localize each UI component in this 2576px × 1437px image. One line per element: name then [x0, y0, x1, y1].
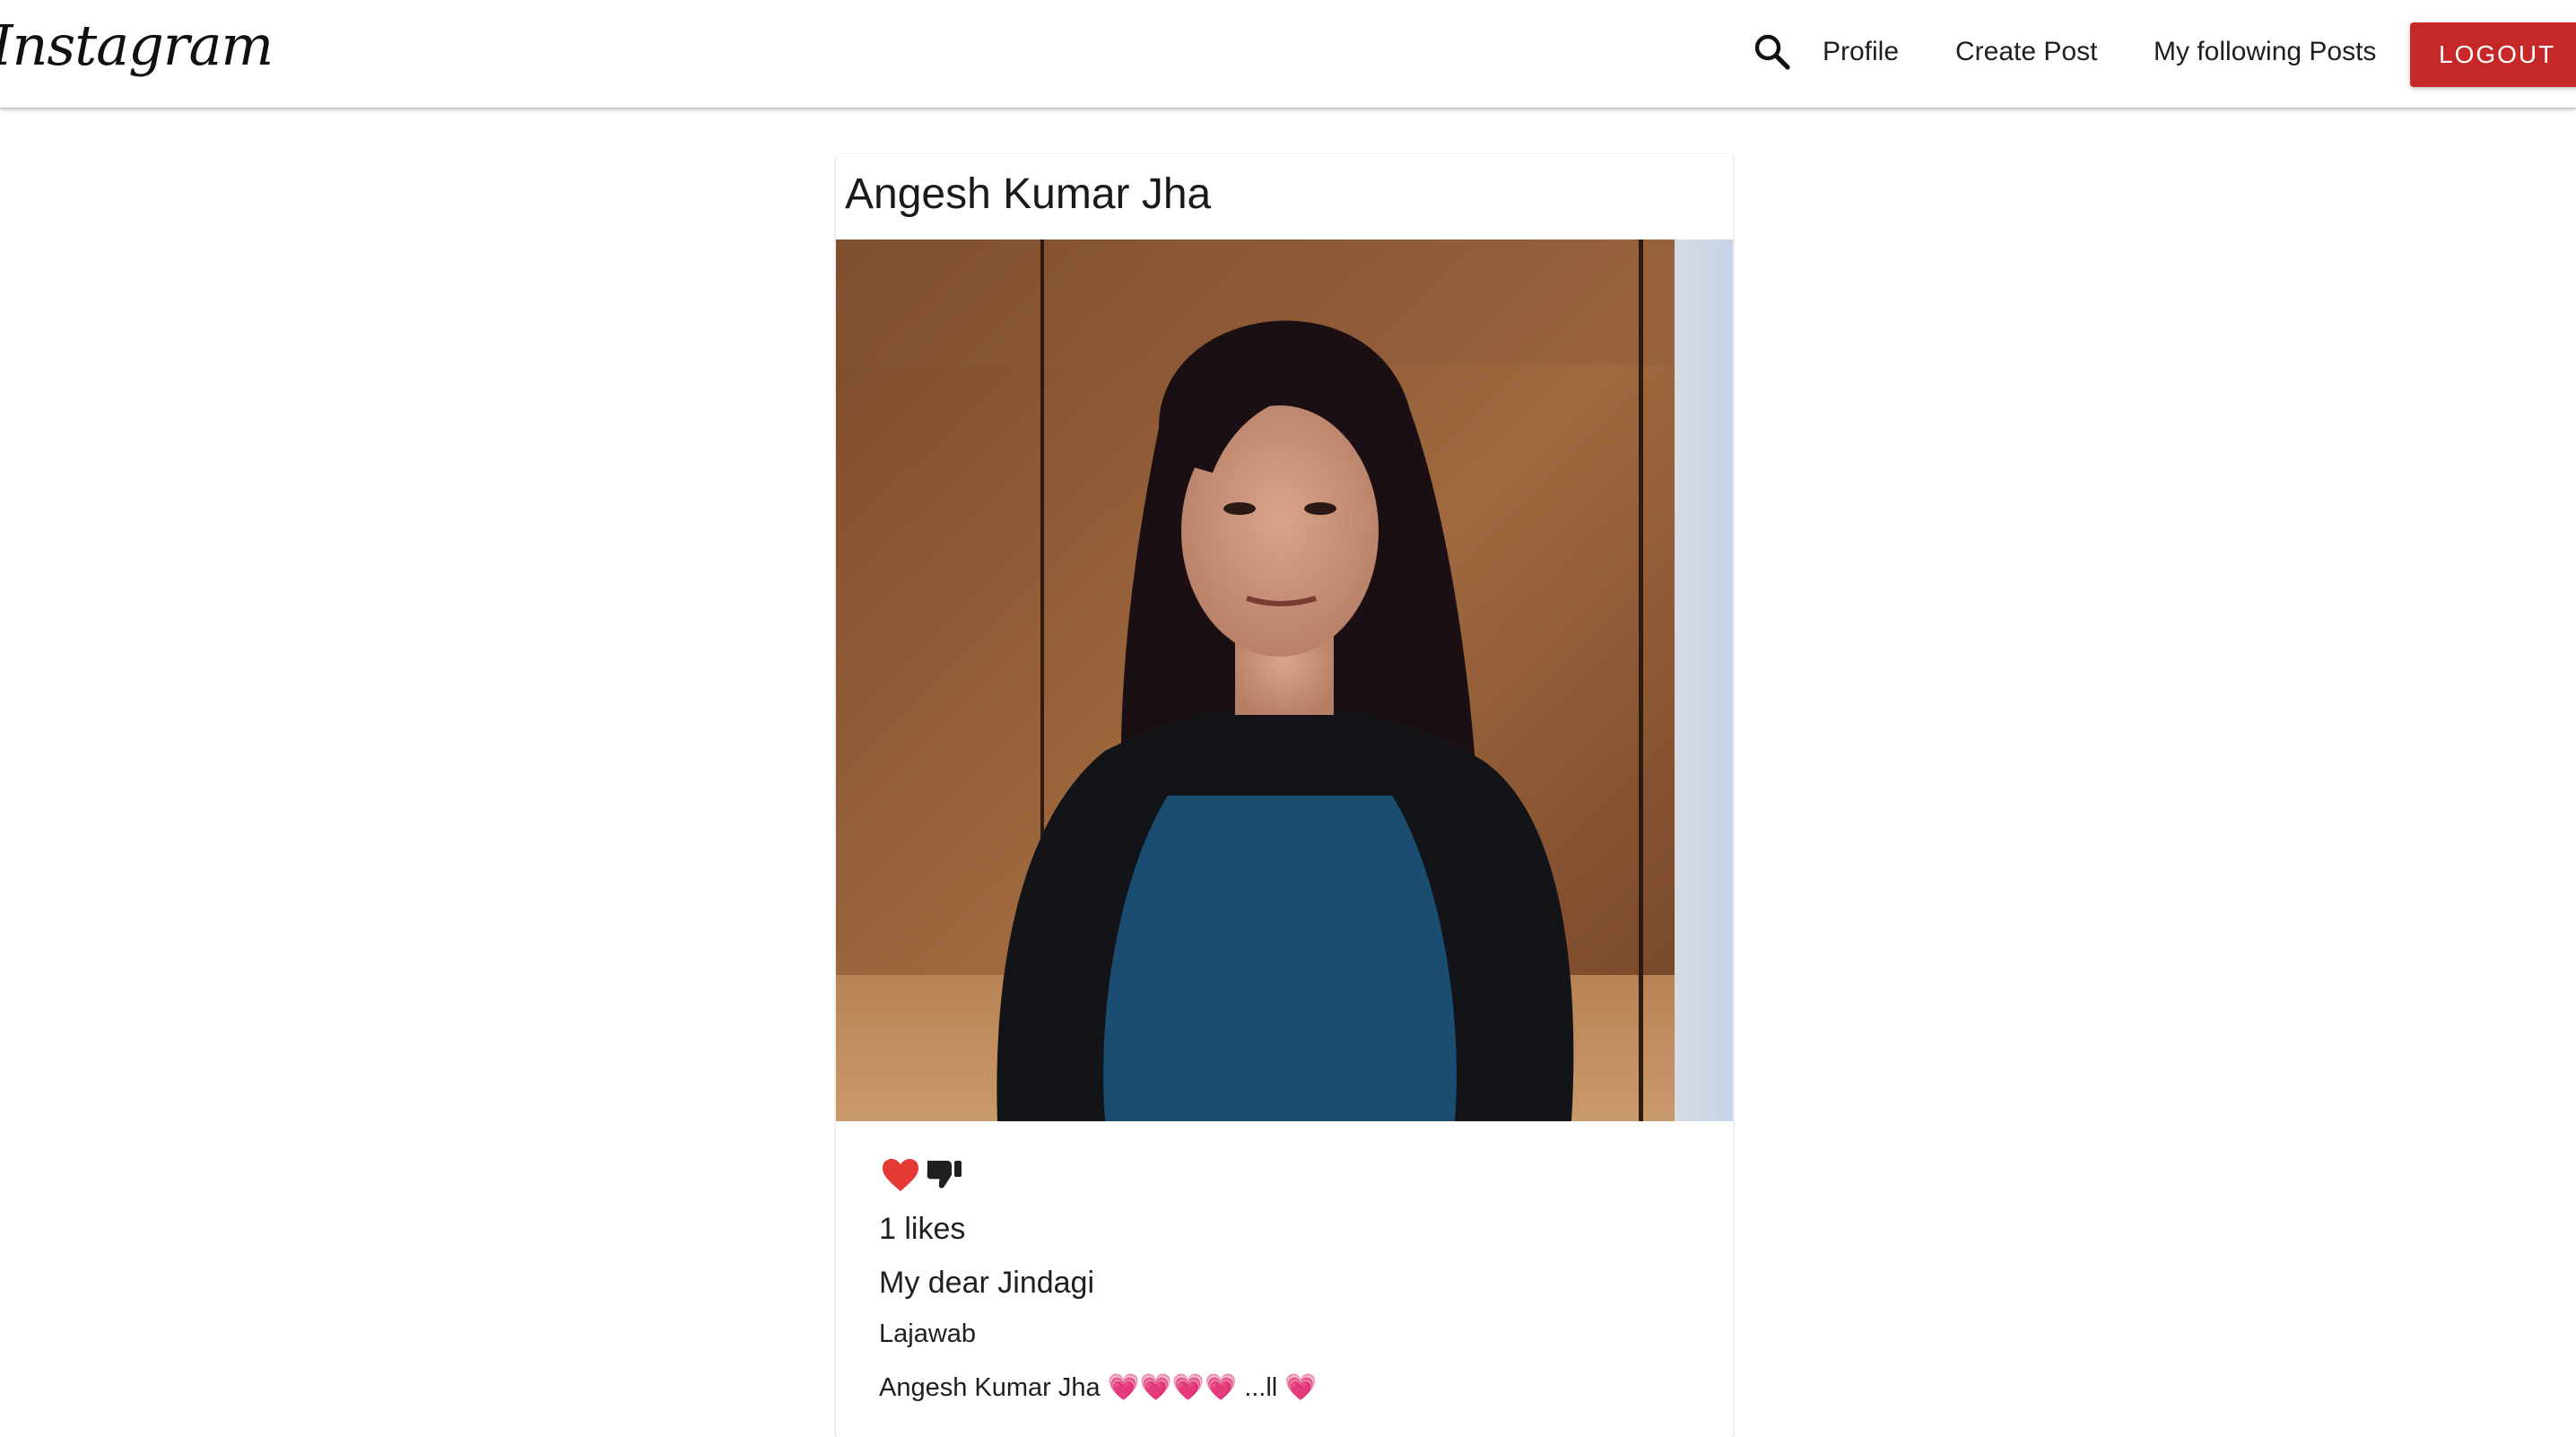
post-content: 1 likes My dear Jindagi Lajawab Angesh K…	[879, 1150, 1690, 1402]
top-navbar: Instagram Profile Create Post My followi…	[0, 0, 2576, 108]
post-comment: Angesh Kumar Jha 💗💗💗💗 ...ll 💗	[879, 1373, 1318, 1402]
post-actions	[879, 1150, 1690, 1200]
post-body: Lajawab	[879, 1319, 977, 1348]
post-photo	[836, 240, 1733, 1121]
logout-button[interactable]: LOGOUT	[2410, 22, 2576, 87]
post-card: Angesh Kumar Jha 1 likes My dear Jindagi…	[836, 154, 1733, 1437]
nav-link-profile[interactable]: Profile	[1823, 32, 1899, 72]
nav-link-following-posts[interactable]: My following Posts	[2154, 32, 2376, 72]
thumbs-down-icon[interactable]	[922, 1154, 965, 1197]
nav-link-create-post[interactable]: Create Post	[1955, 32, 2097, 72]
post-title: My dear Jindagi	[879, 1266, 1095, 1300]
post-author-name[interactable]: Angesh Kumar Jha	[845, 163, 1211, 226]
likes-count: 1 likes	[879, 1212, 966, 1246]
brand-logo[interactable]: Instagram	[0, 13, 274, 78]
search-icon[interactable]	[1751, 30, 1794, 74]
heart-icon[interactable]	[879, 1154, 922, 1197]
